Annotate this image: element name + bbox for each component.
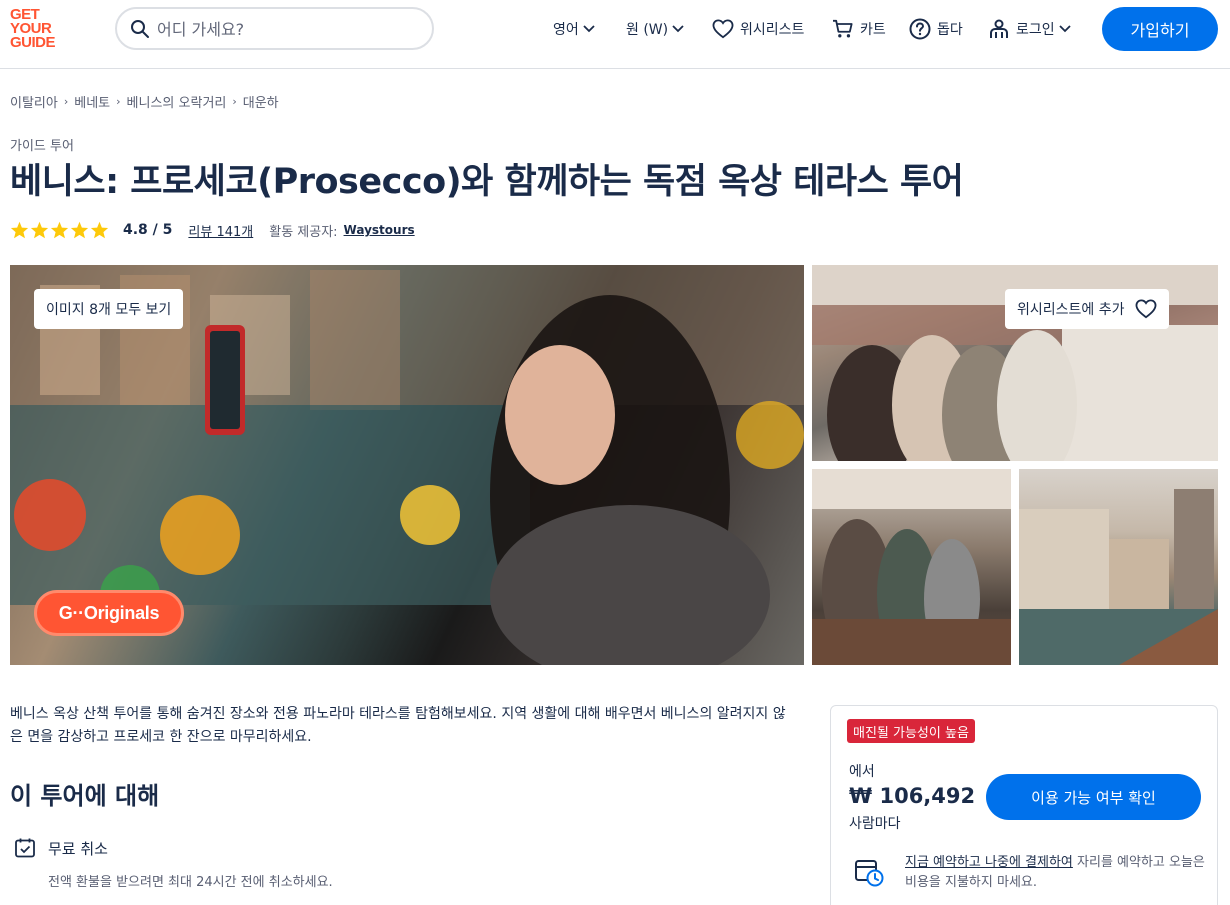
breadcrumb-item[interactable]: 이탈리아 <box>10 92 58 111</box>
user-group-icon <box>990 19 1008 38</box>
site-header: GET YOUR GUIDE 영어 원 (W) 위시리스트 카트 돕다 로그인 … <box>0 0 1230 69</box>
search-icon <box>131 20 149 38</box>
feature-title: 무료 취소 <box>48 840 108 858</box>
calendar-check-icon <box>15 838 35 858</box>
search-box[interactable] <box>115 7 434 50</box>
activity-summary: 베니스 옥상 산책 투어를 통해 숨겨진 장소와 전용 파노라마 테라스를 탐험… <box>10 706 786 745</box>
wishlist-link[interactable]: 위시리스트 <box>712 19 804 39</box>
price-from-label: 에서 <box>849 764 875 780</box>
getyourguide-logo[interactable]: GET YOUR GUIDE <box>10 7 70 51</box>
star-icon <box>10 221 29 239</box>
login-menu[interactable]: 로그인 <box>988 19 1071 39</box>
photo-gallery: 이미지 8개 모두 보기 위시리스트에 추가 G··Originals <box>10 265 1218 665</box>
heart-icon <box>1135 299 1156 319</box>
price-value: ₩ 106,492 <box>849 784 976 808</box>
gallery-photo-4-art <box>1019 489 1218 665</box>
breadcrumb: 이탈리아 › 베네토 › 베니스의 오락거리 › 대운하 <box>10 92 279 111</box>
view-all-photos-button[interactable]: 이미지 8개 모두 보기 <box>34 289 184 329</box>
star-icon <box>90 221 109 239</box>
likely-to-sell-out-badge: 매진될 가능성이 높음 <box>847 719 975 743</box>
page-title: 베니스: 프로세코(Prosecco)와 함께하는 독점 옥상 테라스 투어 <box>10 162 964 202</box>
currency-selector[interactable]: 원 (W) <box>626 19 684 39</box>
feature-description: 전액 환불을 받으려면 최대 24시간 전에 취소하세요. <box>48 875 333 890</box>
heart-icon <box>712 19 734 39</box>
language-selector[interactable]: 영어 <box>553 19 595 39</box>
signup-button[interactable]: 가입하기 <box>1102 7 1218 51</box>
gallery-photo-4[interactable] <box>1019 469 1218 665</box>
chevron-right-icon: › <box>116 95 121 108</box>
activity-category: 가이드 투어 <box>10 139 74 154</box>
cart-icon <box>833 19 853 38</box>
gallery-photo-3-art <box>812 469 1011 665</box>
star-rating <box>10 221 109 239</box>
chevron-right-icon: › <box>63 95 69 108</box>
cart-label: 카트 <box>860 22 886 38</box>
check-availability-button[interactable]: 이용 가능 여부 확인 <box>986 774 1201 820</box>
rating-value: 4.8 / 5 <box>123 222 173 238</box>
star-icon <box>70 221 89 239</box>
currency-label: 원 (W) <box>626 22 669 38</box>
chevron-down-icon <box>1059 25 1071 33</box>
calendar-clock-icon <box>855 860 884 887</box>
cart-link[interactable]: 카트 <box>832 19 886 39</box>
chevron-right-icon: › <box>232 95 237 108</box>
star-icon <box>50 221 69 239</box>
chevron-down-icon <box>672 25 684 33</box>
gallery-photo-3[interactable] <box>812 469 1011 665</box>
reserve-now-pay-later-text: 지금 예약하고 나중에 결제하여 자리를 예약하고 오늘은 비용을 지불하지 마… <box>905 853 1205 893</box>
add-to-wishlist-label: 위시리스트에 추가 <box>1017 302 1125 318</box>
about-heading: 이 투어에 대해 <box>10 782 160 810</box>
help-link[interactable]: 돕다 <box>909 18 963 40</box>
rating-row: 4.8 / 5 리뷰 141개 활동 제공자: Waystours <box>10 220 415 240</box>
login-label: 로그인 <box>1016 22 1055 38</box>
help-label: 돕다 <box>937 22 963 38</box>
price-per-person-label: 사람마다 <box>849 816 901 832</box>
reviews-link[interactable]: 리뷰 141개 <box>188 221 253 240</box>
provider-link[interactable]: Waystours <box>344 223 415 237</box>
originals-badge: G··Originals <box>34 590 184 636</box>
reserve-now-pay-later-link[interactable]: 지금 예약하고 나중에 결제하여 <box>905 855 1073 870</box>
search-input[interactable] <box>157 18 417 40</box>
logo-line-3: GUIDE <box>10 34 56 51</box>
breadcrumb-item[interactable]: 베니스의 오락거리 <box>127 92 227 111</box>
star-icon <box>30 221 49 239</box>
add-to-wishlist-button[interactable]: 위시리스트에 추가 <box>1005 289 1169 329</box>
booking-card: 매진될 가능성이 높음 에서 ₩ 106,492 사람마다 이용 가능 여부 확… <box>830 705 1218 905</box>
language-label: 영어 <box>553 22 579 38</box>
breadcrumb-item[interactable]: 베네토 <box>74 92 110 111</box>
chevron-down-icon <box>583 25 595 33</box>
provider-label: 활동 제공자: <box>269 224 338 240</box>
wishlist-label: 위시리스트 <box>740 22 805 38</box>
breadcrumb-item[interactable]: 대운하 <box>243 92 279 111</box>
help-icon <box>909 18 931 40</box>
